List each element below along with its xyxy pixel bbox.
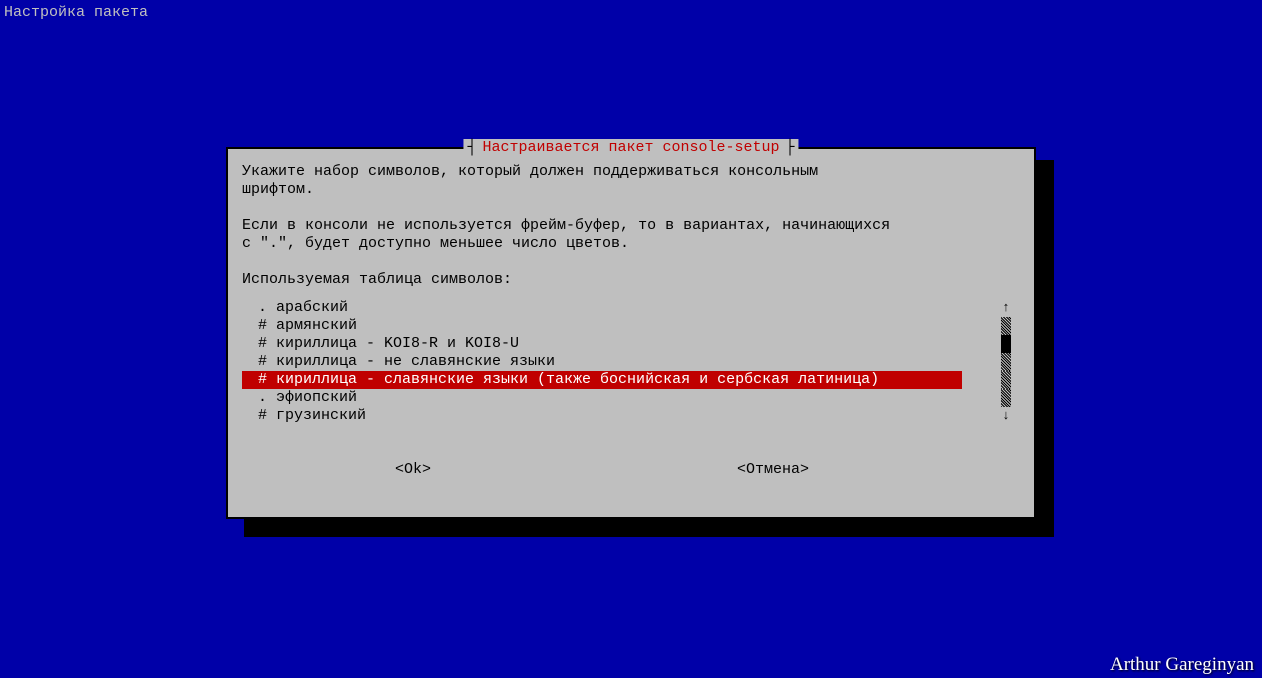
scroll-track[interactable] [1001, 389, 1011, 407]
dialog-buttons: <Ok> <Отмена> [242, 461, 962, 479]
dialog-title: ┤ Настраивается пакет console-setup ├ [463, 139, 798, 157]
list-item[interactable]: # кириллица - славянские языки (также бо… [242, 371, 962, 389]
dialog-content: Укажите набор символов, который должен п… [242, 163, 1020, 479]
dialog: ┤ Настраивается пакет console-setup ├ Ук… [226, 147, 1036, 519]
list-item[interactable]: . арабский [242, 299, 962, 317]
cancel-button[interactable]: <Отмена> [737, 461, 809, 479]
scroll-thumb[interactable] [1001, 335, 1011, 353]
scroll-track[interactable] [1001, 353, 1011, 371]
dialog-shadow-right [1036, 160, 1054, 532]
scroll-up-icon[interactable]: ↑ [1002, 299, 1010, 317]
ok-button[interactable]: <Ok> [395, 461, 431, 479]
title-bracket-left: ┤ [467, 139, 476, 157]
title-bracket-right: ├ [786, 139, 795, 157]
dialog-shadow-bottom [244, 519, 1054, 537]
watermark: Arthur Gareginyan [1110, 656, 1254, 674]
scrollbar[interactable]: ↑ ↓ [988, 299, 1024, 425]
charset-list[interactable]: . арабский# армянский# кириллица - KOI8-… [242, 299, 962, 425]
scroll-track[interactable] [1001, 371, 1011, 389]
scroll-track[interactable] [1001, 317, 1011, 335]
page-title: Настройка пакета [4, 4, 148, 22]
list-item[interactable]: # грузинский [242, 407, 962, 425]
list-item[interactable]: # кириллица - KOI8-R и KOI8-U [242, 335, 962, 353]
scroll-down-icon[interactable]: ↓ [1002, 407, 1010, 425]
list-item[interactable]: # кириллица - не славянские языки [242, 353, 962, 371]
dialog-title-text: Настраивается пакет console-setup [482, 139, 779, 157]
list-area: . арабский# армянский# кириллица - KOI8-… [242, 299, 1020, 425]
list-item[interactable]: . эфиопский [242, 389, 962, 407]
list-item[interactable]: # армянский [242, 317, 962, 335]
prompt-text: Укажите набор символов, который должен п… [242, 163, 1020, 289]
